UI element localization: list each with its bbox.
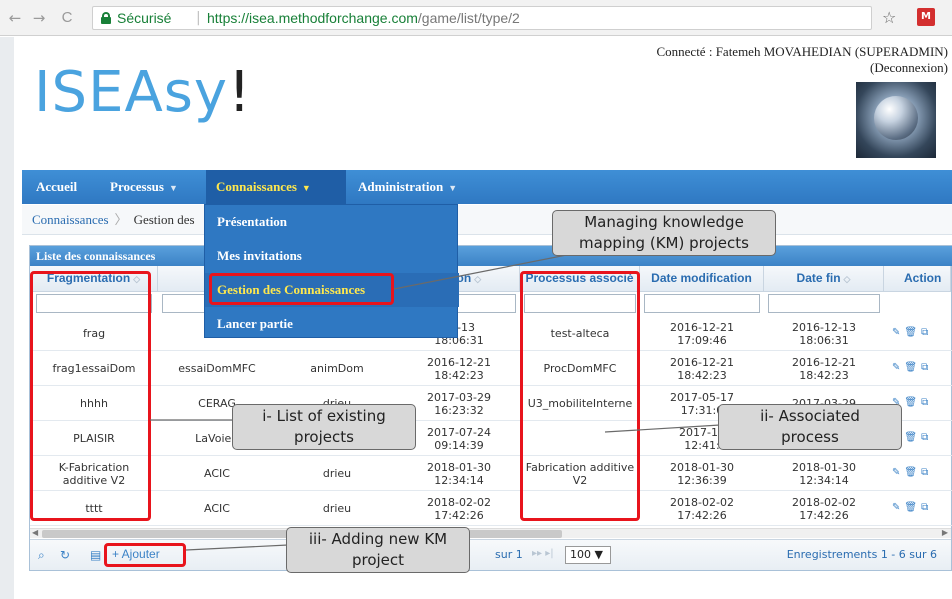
table-cell: 2018-02-02 17:42:26 <box>670 495 734 522</box>
table-cell: drieu <box>322 467 352 480</box>
dropdown-item-lancer-partie[interactable]: Lancer partie <box>205 307 459 341</box>
horizontal-scrollbar[interactable]: ◀ ▶ <box>30 528 951 538</box>
table-cell: 2016-12-21 18:42:23 <box>792 355 856 382</box>
page-left-margin <box>0 37 14 599</box>
table-cell: essaiDomMFC <box>178 362 256 375</box>
browser-toolbar: ← → C Sécurisé | https://isea.methodforc… <box>0 0 952 36</box>
avatar <box>856 82 936 158</box>
bookmark-star-icon[interactable]: ☆ <box>882 8 896 27</box>
pager-nav-icons[interactable]: ▸▸ ▸| <box>532 548 554 559</box>
back-arrow-icon[interactable]: ← <box>6 9 24 27</box>
table-cell: ACIC <box>204 502 230 515</box>
row-action-icons[interactable]: ✎🗑⧉ <box>892 327 932 338</box>
table-cell: 2018-02-02 17:42:26 <box>792 495 856 522</box>
highlight-box-fragmentation <box>30 271 151 521</box>
highlight-box-processus <box>520 271 640 521</box>
table-cell: animDom <box>310 362 364 375</box>
extension-icon[interactable]: M <box>917 8 935 26</box>
menu-connaissances[interactable]: Connaissances ▼ <box>206 170 346 204</box>
connected-user-label: Connecté : Fatemeh MOVAHEDIAN (SUPERADMI… <box>656 44 948 59</box>
table-cell: 2016-12-21 17:09:46 <box>670 320 734 347</box>
menu-administration[interactable]: Administration ▼ <box>348 170 467 204</box>
logout-link[interactable]: (Deconnexion) <box>870 60 948 76</box>
callout-associated-process: ii- Associated process <box>718 404 902 450</box>
table-cell: ACIC <box>204 467 230 480</box>
table-cell: 2016-12-13 18:06:31 <box>792 320 856 347</box>
chevron-down-icon: ▼ <box>168 183 178 193</box>
menu-processus[interactable]: Processus ▼ <box>100 170 188 204</box>
table-cell: drieu <box>322 502 352 515</box>
lock-icon <box>101 12 111 24</box>
address-bar[interactable]: Sécurisé | https://isea.methodforchange.… <box>92 6 872 30</box>
row-action-icons[interactable]: ✎🗑⧉ <box>892 467 932 478</box>
dropdown-item-presentation[interactable]: Présentation <box>205 205 459 239</box>
table-cell: 2018-01-30 12:34:14 <box>427 460 491 487</box>
scroll-left-icon[interactable]: ◀ <box>32 528 38 537</box>
connaissances-dropdown: Présentation Mes invitations Gestion des… <box>204 204 459 341</box>
table-cell: 2017-07-24 09:14:39 <box>427 425 491 452</box>
address-separator: | <box>196 10 201 26</box>
table-cell: 2017-03-29 16:23:32 <box>427 390 491 417</box>
table-cell: 2018-01-30 12:36:39 <box>670 460 734 487</box>
sort-icon: ◇ <box>843 274 851 284</box>
filter-date-fin[interactable] <box>768 294 880 313</box>
page-size-select[interactable]: 100 ▼ <box>565 546 611 564</box>
col-header-action: Action <box>884 266 951 292</box>
table-cell: 2018-01-30 12:34:14 <box>792 460 856 487</box>
col-header-date-modification[interactable]: Date modification <box>640 266 764 292</box>
chevron-down-icon: ▼ <box>448 183 458 193</box>
main-menu-bar: Accueil Processus ▼ Connaissances ▼ Admini… <box>22 170 952 204</box>
breadcrumb-link-connaissances[interactable]: Connaissances <box>32 212 109 227</box>
col-header-date-fin[interactable]: Date fin ◇ <box>764 266 884 292</box>
table-cell: 2018-02-02 17:42:26 <box>427 495 491 522</box>
grid-title: Liste des connaissances <box>30 246 952 266</box>
chevron-down-icon: ▼ <box>301 183 311 193</box>
records-info: Enregistrements 1 - 6 sur 6 <box>786 548 937 561</box>
breadcrumb-current: Gestion des <box>133 212 195 227</box>
table-cell: 2016-12-21 18:42:23 <box>427 355 491 382</box>
row-action-icons[interactable]: ✎🗑⧉ <box>892 362 932 373</box>
filter-date-modification[interactable] <box>644 294 760 313</box>
export-icon[interactable]: ▤ <box>90 548 101 562</box>
highlight-box-gestion <box>209 273 394 305</box>
reload-icon[interactable]: C <box>58 9 76 27</box>
iseasy-logo[interactable]: ISEAsy! <box>34 60 252 125</box>
menu-accueil[interactable]: Accueil <box>26 170 87 204</box>
row-action-icons[interactable]: ✎🗑⧉ <box>892 502 932 513</box>
breadcrumb-separator: 〉 <box>114 212 128 227</box>
dropdown-item-mes-invitations[interactable]: Mes invitations <box>205 239 459 273</box>
url-text[interactable]: https://isea.methodforchange.com/game/li… <box>207 10 520 26</box>
callout-km-projects: Managing knowledge mapping (KM) projects <box>552 210 776 256</box>
callout-list-projects: i- List of existing projects <box>232 404 416 450</box>
secure-label: Sécurisé <box>117 10 172 26</box>
table-cell: 2016-12-21 18:42:23 <box>670 355 734 382</box>
refresh-icon[interactable]: ↻ <box>60 548 70 562</box>
scroll-right-icon[interactable]: ▶ <box>942 528 948 537</box>
breadcrumb: Connaissances 〉 Gestion des <box>22 205 952 235</box>
highlight-box-ajouter <box>104 543 186 567</box>
search-icon[interactable]: ⌕ <box>38 548 45 563</box>
callout-adding-project: iii- Adding new KM project <box>286 527 470 573</box>
forward-arrow-icon[interactable]: → <box>30 9 48 27</box>
page-count-label: sur 1 <box>495 548 523 561</box>
sort-icon: ◇ <box>474 274 482 284</box>
